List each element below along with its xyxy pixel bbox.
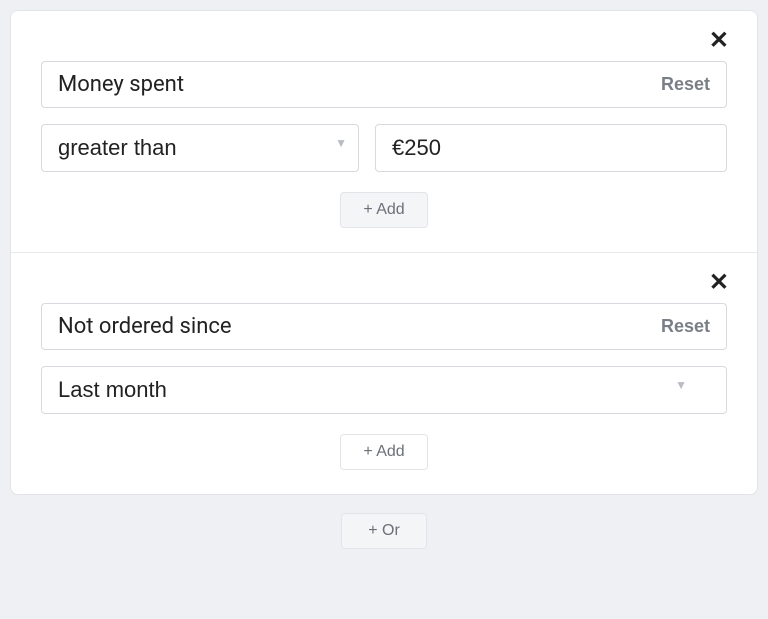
operator-select[interactable]: Last month	[41, 366, 727, 414]
field-label: Not ordered since	[58, 314, 232, 339]
filter-card: ✕ Money spent Reset greater than ▼ + Add	[11, 11, 757, 252]
value-input[interactable]	[375, 124, 727, 172]
add-row: + Add	[41, 192, 727, 228]
operator-select-wrap: greater than ▼	[41, 124, 359, 172]
operator-select[interactable]: greater than	[41, 124, 359, 172]
reset-button[interactable]: Reset	[661, 316, 710, 337]
add-button[interactable]: + Add	[340, 192, 427, 228]
or-row: + Or	[10, 495, 758, 555]
operator-select-wrap: Last month ▼	[41, 366, 727, 414]
close-icon[interactable]: ✕	[705, 267, 733, 299]
field-header[interactable]: Not ordered since Reset	[41, 303, 727, 350]
add-row: + Add	[41, 434, 727, 470]
filter-row: greater than ▼	[41, 124, 727, 172]
filter-card: ✕ Not ordered since Reset Last month ▼ +…	[11, 252, 757, 494]
add-button[interactable]: + Add	[340, 434, 427, 470]
reset-button[interactable]: Reset	[661, 74, 710, 95]
filter-row: Last month ▼	[41, 366, 727, 414]
or-button[interactable]: + Or	[341, 513, 427, 549]
field-label: Money spent	[58, 72, 184, 97]
field-header[interactable]: Money spent Reset	[41, 61, 727, 108]
filter-builder: ✕ Money spent Reset greater than ▼ + Add…	[10, 10, 758, 495]
close-icon[interactable]: ✕	[705, 25, 733, 57]
